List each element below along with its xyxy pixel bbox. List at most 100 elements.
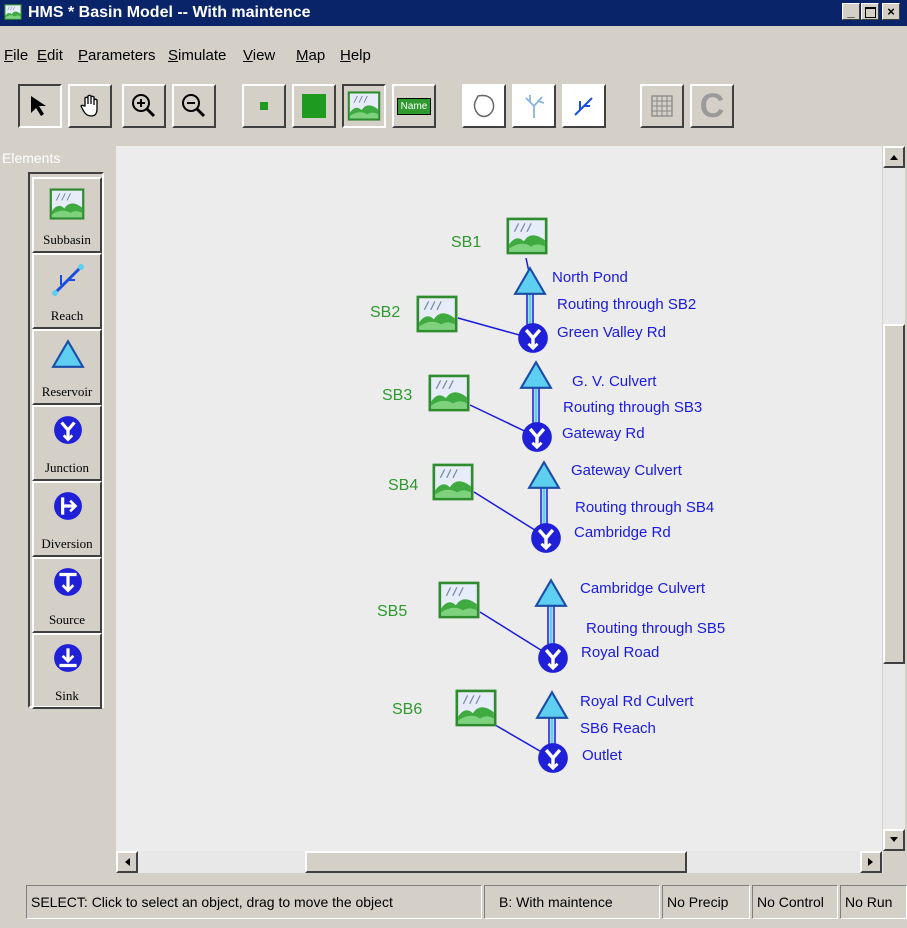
status-run: No Run: [840, 885, 907, 919]
arrow-right-icon: [868, 858, 873, 866]
sink-icon: [54, 644, 82, 672]
arrow-pointer-icon: [31, 96, 46, 116]
palette-junction[interactable]: Junction: [32, 405, 102, 481]
horizontal-scroll-thumb[interactable]: [305, 851, 687, 873]
reservoir-cambridge-culvert[interactable]: [536, 580, 566, 606]
palette-sink-label: Sink: [55, 688, 79, 703]
palette-reach-label: Reach: [50, 308, 84, 323]
menu-edit[interactable]: Edit: [37, 47, 63, 64]
label-routing-sb4: Routing through SB4: [575, 499, 714, 516]
title-bar: HMS * Basin Model -- With maintence _ ×: [0, 0, 907, 26]
subbasin-icon: [49, 188, 85, 220]
arrow-up-icon: [890, 155, 898, 160]
palette-diversion[interactable]: Diversion: [32, 481, 102, 557]
clear-button[interactable]: C: [690, 84, 734, 128]
scroll-left-button[interactable]: [116, 851, 138, 873]
label-sb2: SB2: [370, 304, 400, 321]
name-labels-button[interactable]: Name: [392, 84, 436, 128]
scroll-up-button[interactable]: [883, 146, 905, 168]
select-tool-button[interactable]: [18, 84, 62, 128]
status-bar: SELECT: Click to select an object, drag …: [0, 880, 907, 928]
label-sb3: SB3: [382, 387, 412, 404]
junction-green-valley-rd[interactable]: [518, 323, 548, 353]
subbasin-sb2-icon[interactable]: [417, 296, 458, 333]
status-control: No Control: [752, 885, 838, 919]
minimize-button[interactable]: _: [842, 3, 860, 20]
palette-reach[interactable]: Reach: [32, 253, 102, 329]
menu-bar: File Edit Parameters Simulate View Map H…: [0, 45, 907, 68]
diversion-icon: [54, 492, 82, 520]
reservoir-north-pond[interactable]: [515, 268, 545, 294]
maximize-button[interactable]: [861, 3, 879, 20]
basin-map: SB1 SB2 SB3 SB4 SB5 SB6 North Pond Routi…: [370, 146, 725, 851]
junction-cambridge-rd[interactable]: [531, 523, 561, 553]
label-royal-rd-culvert: Royal Rd Culvert: [580, 693, 694, 710]
zoom-out-button[interactable]: [172, 84, 216, 128]
palette-subbasin[interactable]: Subbasin: [32, 177, 102, 253]
basin-outline-button[interactable]: [462, 84, 506, 128]
subbasin-sb5-icon[interactable]: [439, 582, 480, 619]
junction-royal-road[interactable]: [538, 643, 568, 673]
basin-canvas[interactable]: SB1 SB2 SB3 SB4 SB5 SB6 North Pond Routi…: [116, 146, 882, 851]
junction-outlet[interactable]: [538, 743, 568, 773]
minimize-icon: _: [847, 4, 855, 19]
vertical-scroll-thumb[interactable]: [883, 324, 905, 664]
label-north-pond: North Pond: [552, 269, 628, 286]
scroll-down-button[interactable]: [883, 829, 905, 851]
small-icons-button[interactable]: [242, 84, 286, 128]
close-icon: ×: [887, 4, 895, 19]
toolbar: Name C: [0, 72, 907, 144]
scroll-right-button[interactable]: [860, 851, 882, 873]
arrow-down-icon: [890, 837, 898, 842]
subbasin-sb4-icon[interactable]: [433, 464, 474, 501]
label-outlet: Outlet: [582, 747, 623, 764]
label-gateway-rd: Gateway Rd: [562, 425, 645, 442]
horizontal-scrollbar[interactable]: [116, 851, 883, 873]
hand-icon: [80, 94, 98, 117]
pan-tool-button[interactable]: [68, 84, 112, 128]
reach-icon: [52, 264, 84, 296]
label-sb1: SB1: [451, 234, 481, 251]
zoom-out-icon: [182, 94, 206, 118]
large-icons-button[interactable]: [292, 84, 336, 128]
menu-view[interactable]: View: [243, 47, 275, 64]
hms-app-icon: [4, 4, 22, 20]
menu-map[interactable]: Map: [296, 47, 325, 64]
stream-network-icon: [525, 95, 545, 118]
subbasin-sb6-icon[interactable]: [456, 690, 497, 727]
reach-lines-icon: [574, 97, 593, 116]
map-background-button[interactable]: [342, 84, 386, 128]
palette-sink[interactable]: Sink: [32, 633, 102, 709]
vertical-scrollbar[interactable]: [883, 146, 905, 851]
junction-gateway-rd[interactable]: [522, 422, 552, 452]
menu-simulate[interactable]: Simulate: [168, 47, 226, 64]
status-message: SELECT: Click to select an object, drag …: [26, 885, 482, 919]
reservoir-royal-rd-culvert[interactable]: [537, 692, 567, 718]
basin-outline-icon: [473, 94, 495, 118]
subbasin-sb1-icon[interactable]: [507, 218, 548, 255]
label-gateway-culvert: Gateway Culvert: [571, 462, 683, 479]
elements-palette: Subbasin Reach Reservoir Junction Divers…: [28, 172, 104, 709]
subbasin-sb3-icon[interactable]: [429, 375, 470, 412]
maximize-icon: [864, 7, 876, 18]
small-square-icon: [260, 102, 268, 110]
large-square-icon: [302, 94, 326, 118]
label-royal-road: Royal Road: [581, 644, 659, 661]
palette-source[interactable]: Source: [32, 557, 102, 633]
close-button[interactable]: ×: [882, 3, 900, 20]
reservoir-gateway-culvert[interactable]: [529, 462, 559, 488]
menu-parameters[interactable]: Parameters: [78, 47, 156, 64]
reservoir-gv-culvert[interactable]: [521, 362, 551, 388]
label-routing-sb2: Routing through SB2: [557, 296, 696, 313]
zoom-in-icon: [132, 94, 156, 118]
label-sb4: SB4: [388, 477, 418, 494]
grid-button[interactable]: [640, 84, 684, 128]
stream-network-button[interactable]: [512, 84, 556, 128]
menu-help[interactable]: Help: [340, 47, 371, 64]
reach-lines-button[interactable]: [562, 84, 606, 128]
menu-file[interactable]: File: [4, 47, 28, 64]
label-sb6-reach: SB6 Reach: [580, 720, 656, 737]
zoom-in-button[interactable]: [122, 84, 166, 128]
label-cambridge-culvert: Cambridge Culvert: [580, 580, 706, 597]
palette-reservoir[interactable]: Reservoir: [32, 329, 102, 405]
